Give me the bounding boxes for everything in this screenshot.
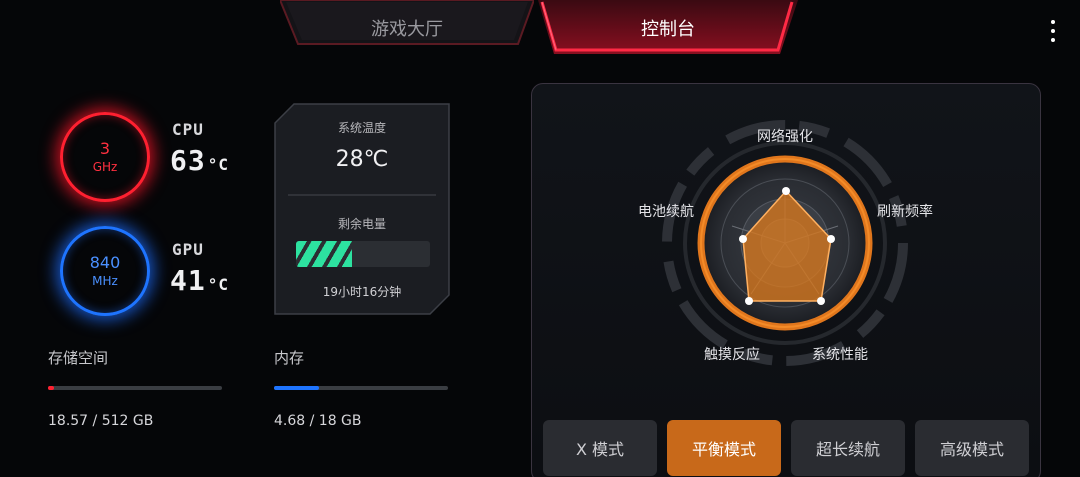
dot bbox=[1051, 38, 1055, 42]
memory-label: 内存 bbox=[274, 349, 305, 367]
gpu-frequency-unit: MHz bbox=[92, 274, 118, 288]
dot bbox=[1051, 20, 1055, 24]
radar-point-network bbox=[782, 187, 790, 195]
system-temperature-label: 系统温度 bbox=[337, 121, 386, 135]
battery-label: 剩余电量 bbox=[337, 217, 386, 231]
radar-point-battery bbox=[739, 235, 747, 243]
battery-bar-fill bbox=[296, 241, 353, 267]
gpu-temperature-unit: °C bbox=[207, 275, 229, 294]
dot bbox=[1051, 29, 1055, 33]
memory-value: 4.68 / 18 GB bbox=[274, 413, 362, 429]
gpu-temperature: 41 °C bbox=[170, 264, 229, 297]
cpu-label: CPU bbox=[172, 120, 204, 139]
gpu-frequency-gauge: 840 MHz bbox=[60, 226, 150, 316]
mode-balanced-button[interactable]: 平衡模式 bbox=[667, 420, 781, 476]
gpu-temperature-value: 41 bbox=[170, 264, 206, 297]
memory-bar-fill bbox=[274, 386, 320, 390]
gpu-frequency-value: 840 bbox=[89, 253, 121, 272]
radar-point-refresh bbox=[827, 235, 835, 243]
battery-remaining-time: 19小时16分钟 bbox=[322, 285, 402, 299]
mode-x-button[interactable]: X 模式 bbox=[543, 420, 657, 476]
storage-value: 18.57 / 512 GB bbox=[48, 413, 154, 429]
storage-label: 存储空间 bbox=[48, 349, 109, 367]
radar-point-performance bbox=[817, 297, 825, 305]
cpu-frequency-gauge: 3 GHz bbox=[60, 112, 150, 202]
tab-game-lobby[interactable]: 游戏大厅 bbox=[280, 0, 534, 56]
system-status-card: 系统温度 28℃ 剩余电量 19小时16分钟 bbox=[274, 103, 450, 315]
cpu-frequency-value: 3 bbox=[99, 139, 111, 158]
mode-ultra-battery-button[interactable]: 超长续航 bbox=[791, 420, 905, 476]
cpu-frequency-unit: GHz bbox=[92, 160, 118, 174]
more-options-icon[interactable] bbox=[1046, 20, 1060, 42]
system-temperature-value: 28℃ bbox=[335, 147, 389, 172]
gpu-label: GPU bbox=[172, 240, 204, 259]
radar-axis-system-performance: 系统性能 bbox=[812, 347, 868, 363]
radar-point-touch bbox=[745, 297, 753, 305]
cpu-temperature: 63 °C bbox=[170, 144, 229, 177]
battery-bar bbox=[296, 241, 430, 267]
cpu-temperature-value: 63 bbox=[170, 144, 206, 177]
mode-advanced-button[interactable]: 高级模式 bbox=[915, 420, 1029, 476]
storage-bar-fill bbox=[48, 386, 55, 390]
radar-axis-network: 网络强化 bbox=[757, 129, 813, 145]
cpu-temperature-unit: °C bbox=[207, 155, 229, 174]
tab-control-panel[interactable]: 控制台 bbox=[538, 0, 798, 56]
radar-axis-refresh-rate: 刷新频率 bbox=[877, 204, 933, 220]
tab-game-lobby-label: 游戏大厅 bbox=[371, 19, 443, 40]
radar-axis-battery-life: 电池续航 bbox=[638, 204, 694, 220]
storage-bar bbox=[48, 386, 222, 390]
memory-bar bbox=[274, 386, 448, 390]
tab-control-panel-label: 控制台 bbox=[641, 19, 695, 40]
radar-axis-touch-response: 触摸反应 bbox=[704, 347, 760, 363]
